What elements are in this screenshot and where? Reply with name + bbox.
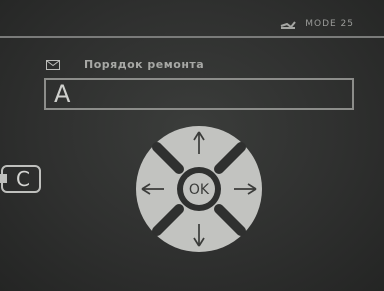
page-title: Порядок ремонта (84, 58, 205, 71)
back-label: C (16, 167, 30, 191)
mode-text: MODE 25 (305, 19, 354, 29)
wrench-icon (280, 21, 296, 29)
envelope-icon (46, 59, 60, 70)
ok-button[interactable]: OK (183, 173, 215, 205)
top-bar: MODE 25 (0, 0, 384, 38)
back-button[interactable]: C (0, 165, 42, 193)
direction-pad: OK (136, 126, 262, 252)
title-row: Порядок ремонта (46, 58, 204, 71)
text-input[interactable]: A (44, 78, 354, 110)
back-arrow-icon (0, 174, 7, 183)
device-screen: MODE 25 Порядок ремонта A C OK (0, 0, 384, 291)
mode-indicator: MODE 25 (279, 18, 354, 30)
input-value: A (54, 80, 71, 108)
ok-label: OK (189, 182, 210, 198)
